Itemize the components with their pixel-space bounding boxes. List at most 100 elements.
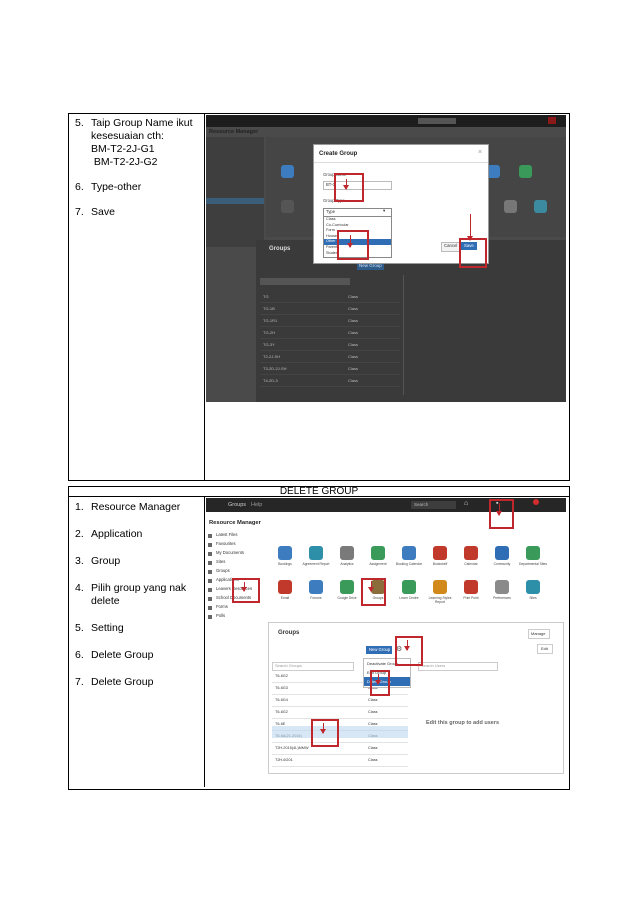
type-select-value: Type (326, 209, 336, 214)
step: 6. Type-other (75, 181, 142, 193)
table-row[interactable] (272, 695, 408, 707)
callout-arrow (467, 214, 473, 241)
group-type: Class (348, 306, 359, 311)
app-label: Bookshelf (432, 562, 448, 566)
search-groups-placeholder: Search Groups (275, 663, 302, 668)
group-name: T2H-2015(4L)MMW (275, 746, 309, 750)
divider (204, 496, 205, 787)
cancel-label: Cancel (444, 243, 458, 248)
app-icon[interactable] (433, 580, 447, 594)
sidebar-selected (206, 198, 264, 204)
sidebar-icon (208, 615, 212, 619)
search-groups[interactable] (260, 278, 350, 285)
app-icon[interactable] (278, 580, 292, 594)
callout-name (334, 173, 364, 202)
group-name: T6-6G2 (275, 710, 288, 714)
sidebar (206, 137, 264, 247)
app-icon[interactable] (309, 580, 323, 594)
sidebar-item[interactable]: Favourites (216, 541, 236, 546)
sidebar-item[interactable]: Groups (216, 568, 230, 573)
callout-save (459, 238, 487, 268)
step: 7. Delete Group (75, 676, 154, 688)
sidebar-icon (208, 579, 212, 583)
callout-arrow (404, 640, 410, 651)
sidebar-icon (208, 597, 212, 601)
table-row[interactable] (260, 351, 400, 363)
step: 1. Resource Manager (75, 501, 181, 513)
table-row[interactable] (260, 315, 400, 327)
header: Resource Manager (209, 129, 259, 135)
group-name: T6-6G2 (275, 674, 288, 678)
group-type: Class (348, 378, 359, 383)
table-row[interactable] (260, 303, 400, 315)
group-name: TG-3Y (263, 342, 275, 347)
app-label: Forums (310, 596, 322, 600)
app-icon[interactable] (371, 546, 385, 560)
sidebar-item[interactable]: Forms (216, 604, 228, 609)
sidebar-icon (208, 570, 212, 574)
app-icon[interactable] (309, 546, 323, 560)
topbar (206, 115, 566, 127)
app-label: Analytics (340, 562, 354, 566)
home-icon[interactable]: ⌂ (464, 500, 468, 507)
topbar-title: Groups (228, 502, 247, 508)
app-icon[interactable] (495, 580, 509, 594)
step: 4. Pilih group yang nak delete (75, 582, 187, 607)
app-grid: Bookings Agreement Report Analytics Assignm… (272, 546, 566, 606)
app-icon[interactable] (464, 580, 478, 594)
app-icon[interactable] (464, 546, 478, 560)
dialog-rule (314, 162, 488, 163)
app-icon[interactable] (526, 580, 540, 594)
search-placeholder: Search (414, 502, 429, 507)
screenshot-delete-group: Groups Help Search ⌂ ▪ Resource Manager … (206, 498, 566, 783)
edit-label: Edit (541, 646, 548, 651)
sidebar-item[interactable]: Latest Files (216, 532, 237, 537)
sidebar-icon (208, 606, 212, 610)
sidebar-item[interactable]: Polls (216, 613, 225, 618)
search-box (418, 118, 456, 124)
group-name: T2-2J-SH (263, 354, 281, 359)
group-type: Class (348, 342, 359, 347)
delete-steps: 1. Resource Manager 2. Application 3. Group… (75, 501, 201, 689)
sidebar-icon (208, 588, 212, 592)
callout-arrow (241, 582, 247, 592)
create-steps: 5. Taip Group Name ikut kesesuaian cth: BM-… (75, 117, 201, 219)
table-row[interactable] (260, 291, 400, 303)
group-name: TG-1R1 (263, 318, 278, 323)
close-icon[interactable]: × (478, 149, 482, 156)
table-row[interactable] (260, 375, 400, 387)
app-icon (504, 200, 517, 213)
app-label: Learning Styles Report (428, 596, 452, 604)
app-icon[interactable] (526, 546, 540, 560)
callout-arrow (347, 235, 353, 248)
app-icon[interactable] (402, 580, 416, 594)
app-label: Community (493, 562, 511, 566)
table-row[interactable] (260, 327, 400, 339)
app-label: Preferences (493, 596, 511, 600)
step: 5. Taip Group Name ikut kesesuaian cth: BM-… (75, 117, 193, 168)
group-type: Class (368, 710, 378, 714)
app-icon[interactable] (340, 580, 354, 594)
group-name: TG (263, 294, 269, 299)
app-icon[interactable] (278, 546, 292, 560)
app-icon[interactable] (402, 546, 416, 560)
notif-badge (533, 499, 539, 505)
table-row[interactable] (272, 707, 408, 719)
app-label: Agreement Report (302, 562, 330, 566)
group-name: T4-2D-3 (263, 378, 278, 383)
dialog-title: Create Group (319, 151, 358, 157)
group-type: Class (348, 354, 359, 359)
chevron-down-icon: ▾ (383, 208, 386, 213)
sidebar-item[interactable]: Sites (216, 559, 225, 564)
group-type: Class (348, 330, 359, 335)
table-row[interactable] (260, 339, 400, 351)
sidebar-item[interactable]: My Documents (216, 550, 244, 555)
app-icon[interactable] (433, 546, 447, 560)
app-icon[interactable] (495, 546, 509, 560)
app-label: Print Point (463, 596, 479, 600)
app-label: Departmental Sites (518, 562, 548, 566)
app-label: Learn Centre (399, 596, 419, 600)
app-icon[interactable] (340, 546, 354, 560)
group-name: T3-2D-2J-SH (263, 366, 287, 371)
callout-arrow (343, 179, 349, 190)
